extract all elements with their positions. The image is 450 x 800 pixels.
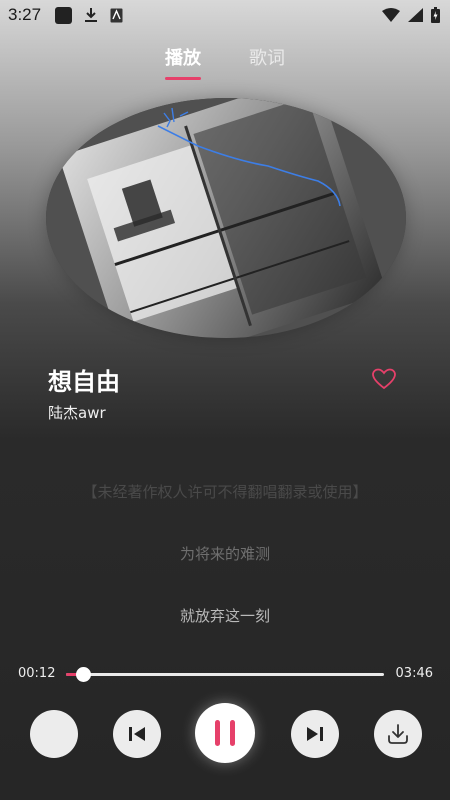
lyric-line: 【未经著作权人许可不得翻唱翻录或使用】 [82, 483, 368, 501]
song-title: 想自由 [48, 368, 120, 396]
album-art-image [46, 98, 406, 338]
heart-icon[interactable] [372, 368, 396, 390]
download-notification-icon [85, 8, 98, 22]
tab-lyrics[interactable]: 歌词 [249, 44, 285, 80]
progress-thumb[interactable] [75, 667, 91, 682]
album-cover[interactable] [46, 98, 406, 338]
app-notification-icon [55, 6, 73, 24]
battery-icon [431, 7, 440, 23]
tab-play[interactable]: 播放 [165, 44, 201, 80]
status-bar: 3:27 [0, 0, 450, 30]
skip-next-icon [307, 727, 323, 741]
playlist-mode-button[interactable] [30, 710, 78, 758]
progress-bar[interactable] [66, 667, 384, 682]
artist-name[interactable]: 陆杰awr [48, 402, 106, 423]
notification-icon [110, 8, 123, 22]
lyric-line: 为将来的难测 [179, 545, 270, 563]
download-icon [388, 724, 408, 744]
lyric-line-current: 就放弃这一刻 [179, 607, 270, 625]
wifi-icon [382, 8, 400, 22]
signal-icon [408, 8, 423, 22]
previous-button[interactable] [113, 710, 161, 758]
total-time: 03:46 [395, 666, 433, 681]
next-button[interactable] [291, 710, 339, 758]
status-time: 3:27 [8, 5, 42, 24]
pause-icon [215, 720, 235, 746]
pause-button[interactable] [195, 703, 255, 763]
progress-row: 00:12 03:46 [0, 664, 450, 684]
skip-previous-icon [129, 727, 145, 741]
download-button[interactable] [374, 710, 422, 758]
tab-bar: 播放 歌词 [0, 44, 450, 80]
current-time: 00:12 [18, 666, 56, 681]
